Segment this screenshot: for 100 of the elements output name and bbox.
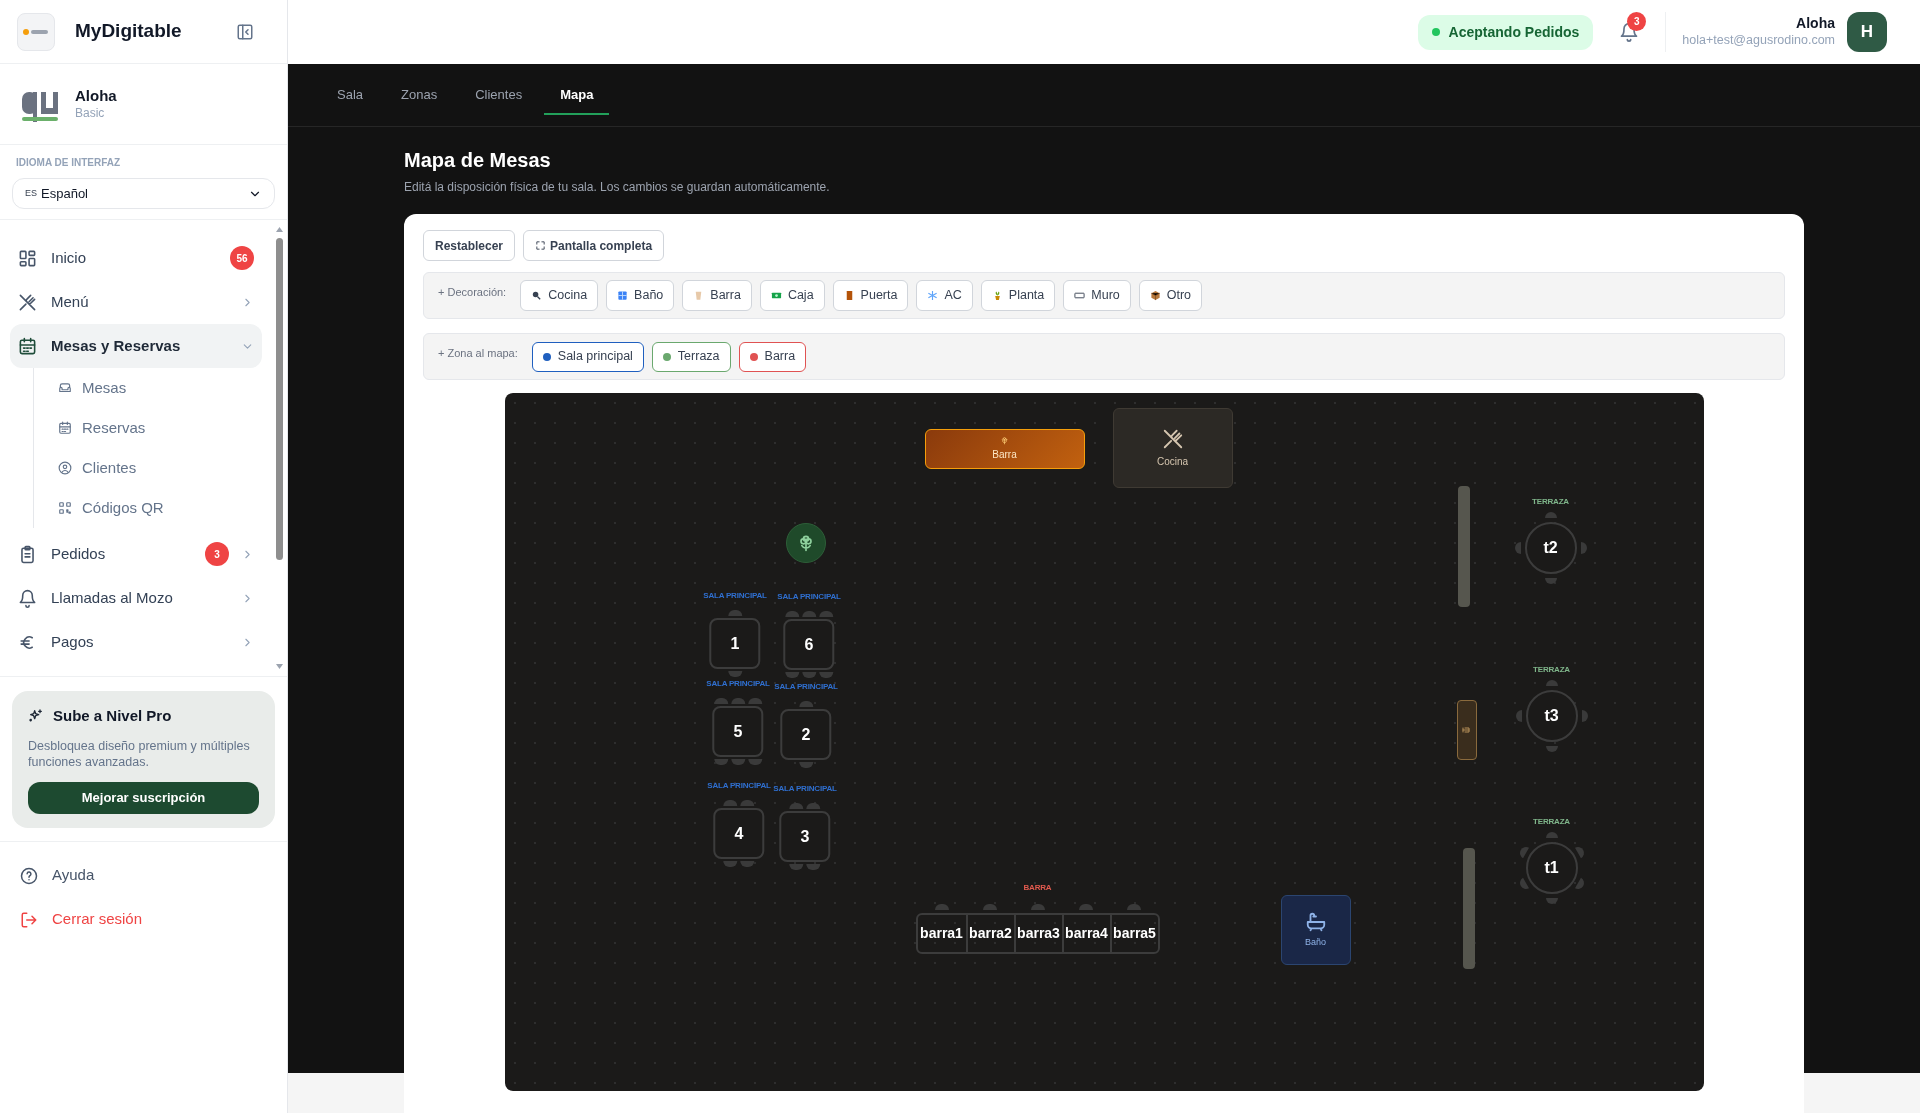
wall[interactable]	[1457, 486, 1470, 607]
chair	[1545, 746, 1558, 752]
bar-seat[interactable]: barra4	[1061, 915, 1110, 952]
restaurant-name: Aloha	[75, 87, 117, 106]
page-subtitle: Editá la disposición física de tu sala. Los cambios se guardan automáticamente.	[404, 179, 831, 196]
chair	[1126, 904, 1141, 910]
table[interactable]: 1	[709, 618, 761, 669]
chair	[982, 904, 997, 910]
chair	[1515, 710, 1522, 722]
chair	[740, 800, 755, 806]
grid-icon	[18, 248, 37, 268]
bar-area[interactable]: Barra	[924, 429, 1085, 469]
bar-seat[interactable]: barra1	[917, 915, 966, 952]
chair	[789, 803, 804, 809]
add-decoration-button[interactable]: Planta	[980, 280, 1056, 311]
add-decoration-button[interactable]: Puerta	[832, 280, 909, 311]
zone-tag: SALA PRINCIPAL	[703, 590, 767, 602]
bar-seat[interactable]: barra3	[1013, 915, 1062, 952]
chair	[1545, 898, 1558, 904]
table[interactable]: t2	[1524, 522, 1577, 574]
zone-tag: SALA PRINCIPAL	[773, 783, 837, 795]
bathtub-icon	[1304, 910, 1327, 933]
chair	[748, 759, 762, 765]
collapse-sidebar-icon[interactable]	[236, 22, 254, 41]
sub-nav-item[interactable]: Códigos QR	[58, 488, 262, 528]
chair	[799, 701, 813, 707]
notifications-button[interactable]: 3	[1617, 12, 1648, 46]
table[interactable]: 4	[713, 808, 765, 859]
user-avatar[interactable]: H	[1847, 12, 1887, 52]
help-link[interactable]: Ayuda	[20, 853, 267, 898]
add-decoration-button[interactable]: Caja	[759, 280, 825, 311]
user-circle-icon	[58, 461, 72, 475]
language-select[interactable]: ES Español	[12, 178, 275, 209]
add-zone-button[interactable]: Sala principal	[531, 341, 644, 372]
chair	[731, 759, 745, 765]
sub-nav-item[interactable]: Reservas	[58, 408, 262, 448]
chair	[740, 861, 755, 867]
plan-label: Basic	[75, 105, 106, 121]
kitchen-area[interactable]: Cocina	[1112, 408, 1233, 488]
door[interactable]	[1456, 700, 1477, 760]
table[interactable]: t3	[1525, 690, 1578, 742]
nav-item[interactable]: Pedidos 3	[10, 532, 262, 576]
bar-seat[interactable]: barra2	[965, 915, 1014, 952]
chair	[819, 611, 833, 617]
add-decoration-button[interactable]: Barra	[682, 280, 752, 311]
table[interactable]: t1	[1525, 842, 1578, 894]
snowflake-icon	[927, 290, 939, 301]
table[interactable]: 3	[779, 811, 831, 862]
logout-link[interactable]: Cerrar sesión	[20, 897, 267, 942]
zone-tag: TERRAZA	[1533, 816, 1570, 828]
add-decoration-button[interactable]: Cocina	[520, 280, 599, 311]
nav-item[interactable]: Menú	[10, 280, 262, 324]
plant-marker[interactable]	[785, 523, 826, 563]
fullscreen-button[interactable]: Pantalla completa	[523, 230, 665, 261]
wall[interactable]	[1462, 848, 1475, 969]
magnifier-icon	[531, 290, 543, 301]
add-decoration-button[interactable]: Baño	[606, 280, 675, 311]
notification-badge: 3	[1627, 12, 1647, 31]
sub-nav-item[interactable]: Clientes	[58, 448, 262, 488]
sofa-icon	[58, 381, 72, 395]
zone-tag: SALA PRINCIPAL	[707, 780, 771, 792]
tab[interactable]: Mapa	[544, 76, 610, 115]
upgrade-button[interactable]: Mejorar suscripción	[28, 781, 259, 814]
chair	[731, 698, 745, 704]
bar-seat[interactable]: barra5	[1109, 915, 1158, 952]
chair	[785, 672, 799, 678]
tab[interactable]: Clientes	[459, 76, 539, 115]
section-label: IDIOMA DE INTERFAZ	[15, 156, 122, 170]
chair	[1580, 542, 1587, 554]
table[interactable]: 6	[783, 619, 835, 670]
chair	[819, 672, 833, 678]
add-zone-button[interactable]: Terraza	[651, 341, 731, 372]
add-decoration-button[interactable]: Muro	[1063, 280, 1131, 311]
nav-item[interactable]: Inicio 56	[10, 236, 262, 280]
add-decoration-button[interactable]: Otro	[1138, 280, 1203, 311]
help-icon	[20, 866, 38, 885]
bathroom-area[interactable]: Baño	[1280, 895, 1351, 965]
window-icon	[617, 290, 629, 301]
rectangle-icon	[1074, 290, 1086, 301]
nav-item[interactable]: Pagos	[10, 620, 262, 664]
tab[interactable]: Zonas	[385, 76, 454, 115]
sub-nav-item[interactable]: Mesas	[58, 368, 262, 408]
panel-label: + Decoración:	[438, 285, 507, 300]
chair	[1030, 904, 1045, 910]
banknote-icon	[770, 290, 782, 301]
scrollbar[interactable]	[275, 226, 284, 670]
bell-icon	[18, 588, 37, 608]
panel-label: + Zona al mapa:	[438, 346, 518, 361]
nav-item[interactable]: Mesas y Reservas	[10, 324, 262, 368]
chair	[723, 800, 738, 806]
table[interactable]: 2	[780, 709, 832, 760]
page-title: Mapa de Mesas	[404, 148, 552, 172]
nav-item[interactable]: Llamadas al Mozo	[10, 576, 262, 620]
logout-icon	[20, 910, 38, 929]
tab[interactable]: Sala	[321, 76, 380, 115]
reset-button[interactable]: Restablecer	[423, 230, 516, 261]
count-badge: 3	[205, 542, 229, 566]
add-decoration-button[interactable]: AC	[916, 280, 973, 311]
table[interactable]: 5	[712, 706, 764, 757]
add-zone-button[interactable]: Barra	[738, 341, 807, 372]
